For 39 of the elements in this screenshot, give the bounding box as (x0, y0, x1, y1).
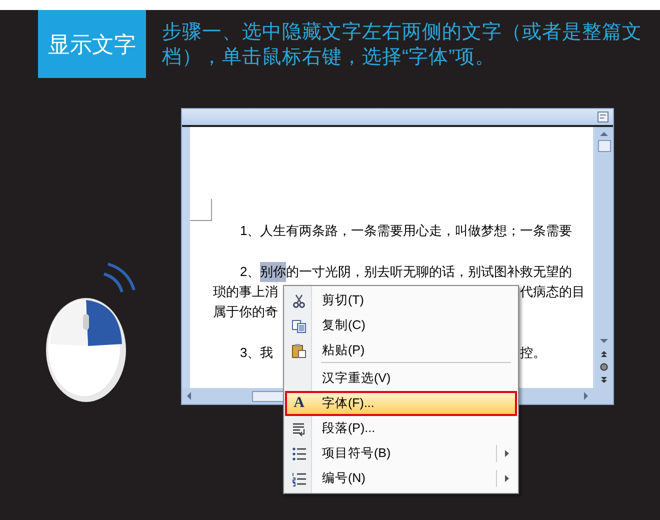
scroll-up-icon[interactable] (599, 131, 609, 137)
menu-item[interactable]: 剪切(T) (285, 288, 517, 313)
ruler-toggle-icon[interactable] (597, 111, 609, 123)
menu-item[interactable]: 复制(C) (285, 313, 517, 338)
scroll-left-icon[interactable] (186, 391, 192, 401)
instruction-text: 步骤一、选中隐藏文字左右两侧的文字（或者是整篇文档），单击鼠标右键，选择“字体”项。 (162, 20, 643, 70)
menu-item[interactable]: 编号(N) (285, 466, 517, 491)
document-text: 琐的事上消 (213, 283, 278, 302)
next-page-icon[interactable] (600, 376, 608, 384)
menu-item[interactable]: 汉字重选(V) (285, 366, 517, 391)
copy-icon (291, 318, 307, 334)
selected-text: 别你 (260, 262, 286, 282)
document-text: 的一寸光阴，别去听无聊的话，别试图补救无望的 (286, 263, 572, 282)
paragraph-icon (291, 420, 307, 436)
document-text: 代病态的目 (520, 283, 585, 302)
menu-item[interactable]: 段落(P)... (285, 416, 517, 441)
menu-item[interactable]: 粘贴(P) (285, 338, 517, 363)
document-text: 控。 (520, 344, 546, 362)
title-badge: 显示文字 (38, 10, 146, 78)
submenu-arrow-icon (505, 475, 509, 482)
document-text: 3、我 (240, 344, 274, 362)
numbered-list-icon (291, 470, 307, 486)
vertical-scrollbar[interactable] (595, 127, 613, 388)
clipboard-icon (291, 342, 307, 358)
submenu-arrow-icon (505, 450, 509, 457)
font-icon: A (294, 396, 304, 411)
menu-item[interactable]: A 字体(F)... (285, 391, 517, 416)
previous-page-icon[interactable] (600, 350, 608, 358)
crop-mark (190, 199, 212, 221)
scissors-icon (291, 292, 307, 308)
document-text: 1、人生有两条路，一条需要用心走，叫做梦想；一条需要 (240, 222, 572, 240)
scroll-down-icon[interactable] (599, 338, 609, 344)
document-text: 2、 (240, 263, 260, 282)
bullet-list-icon (291, 446, 307, 462)
scroll-right-icon[interactable] (583, 391, 589, 401)
browse-object-icon[interactable] (600, 363, 608, 371)
scroll-thumb[interactable] (598, 140, 610, 152)
document-text: 属于你的奇 (213, 303, 278, 322)
menu-item[interactable]: 项目符号(B) (285, 441, 517, 466)
